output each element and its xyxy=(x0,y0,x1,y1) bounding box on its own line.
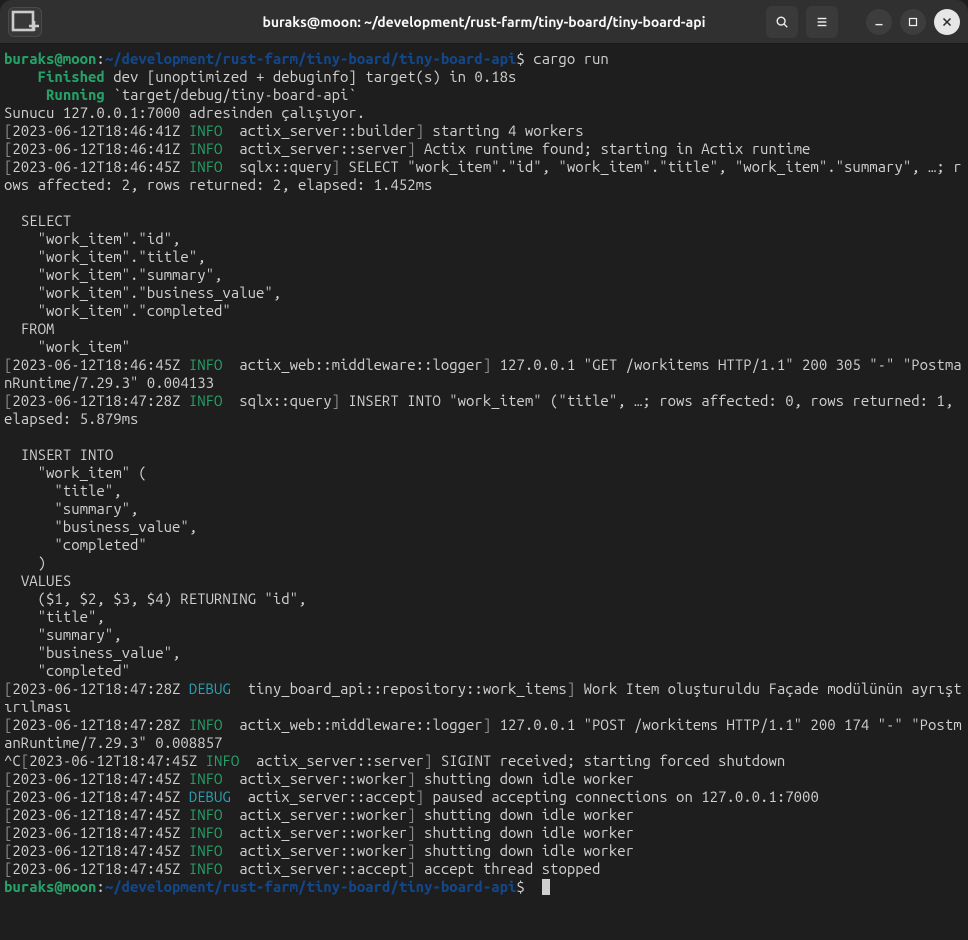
menu-button[interactable] xyxy=(806,6,838,38)
search-icon xyxy=(775,15,789,29)
new-tab-button[interactable] xyxy=(8,7,42,37)
close-icon xyxy=(940,15,954,29)
new-tab-icon xyxy=(9,6,41,38)
terminal-output[interactable]: buraks@moon:~/development/rust-farm/tiny… xyxy=(0,44,968,940)
close-button[interactable] xyxy=(934,9,960,35)
minimize-icon xyxy=(872,15,886,29)
terminal-window: buraks@moon: ~/development/rust-farm/tin… xyxy=(0,0,968,940)
search-button[interactable] xyxy=(766,6,798,38)
titlebar: buraks@moon: ~/development/rust-farm/tin… xyxy=(0,0,968,44)
hamburger-icon xyxy=(815,15,829,29)
maximize-button[interactable] xyxy=(900,9,926,35)
minimize-button[interactable] xyxy=(866,9,892,35)
maximize-icon xyxy=(906,15,920,29)
